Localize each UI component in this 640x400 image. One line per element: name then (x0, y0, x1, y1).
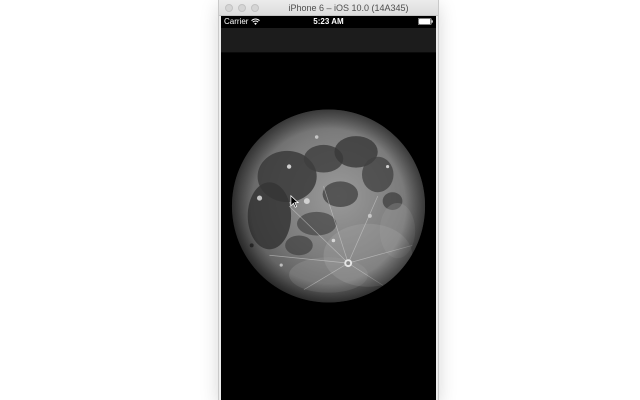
battery-icon (418, 18, 433, 25)
simulator-window: iPhone 6 – iOS 10.0 (14A345) Carrier 5:2… (219, 0, 438, 400)
status-bar: Carrier 5:23 AM (221, 16, 436, 28)
moon-image[interactable] (230, 106, 427, 306)
window-title: iPhone 6 – iOS 10.0 (14A345) (288, 3, 409, 13)
mouse-cursor-icon (290, 195, 299, 208)
window-titlebar[interactable]: iPhone 6 – iOS 10.0 (14A345) (219, 0, 438, 16)
navigation-bar (221, 28, 436, 53)
status-time: 5:23 AM (313, 17, 344, 26)
minimize-button[interactable] (238, 4, 246, 12)
device-screen[interactable]: Carrier 5:23 AM (221, 16, 436, 400)
zoom-button[interactable] (251, 4, 259, 12)
close-button[interactable] (225, 4, 233, 12)
